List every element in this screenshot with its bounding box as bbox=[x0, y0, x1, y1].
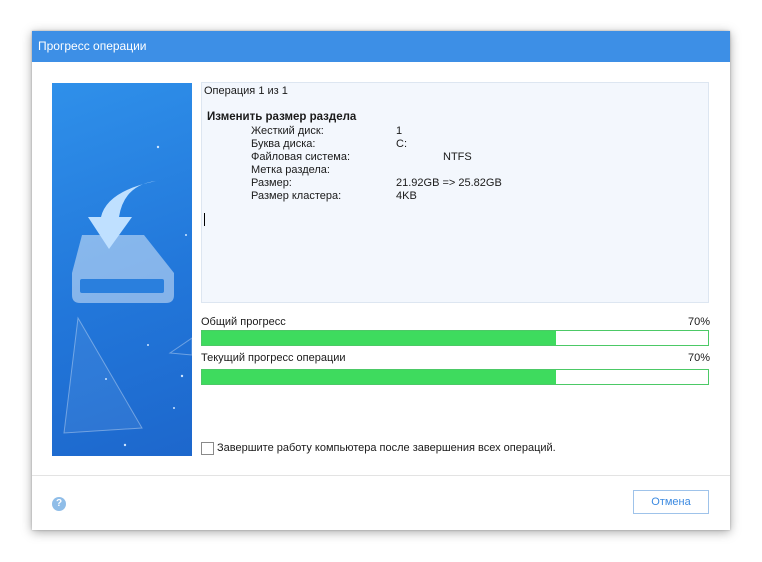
property-value: NTFS bbox=[443, 151, 472, 163]
operation-details: Операция 1 из 1 Изменить размер раздела … bbox=[201, 82, 709, 303]
title-bar[interactable]: Прогресс операции bbox=[32, 31, 730, 62]
text-caret bbox=[204, 213, 205, 226]
property-value: C: bbox=[396, 138, 407, 150]
overall-progress-percent: 70% bbox=[687, 316, 710, 328]
shutdown-checkbox[interactable] bbox=[201, 442, 214, 455]
footer-divider bbox=[32, 475, 730, 476]
shutdown-label[interactable]: Завершите работу компьютера после заверш… bbox=[217, 442, 556, 454]
property-key: Жесткий диск: bbox=[251, 125, 324, 137]
overall-progress-label: Общий прогресс bbox=[201, 316, 286, 328]
property-key: Файловая система: bbox=[251, 151, 351, 163]
property-value: 21.92GB => 25.82GB bbox=[396, 177, 502, 189]
overall-progress-fill bbox=[202, 331, 557, 345]
property-key: Буква диска: bbox=[251, 138, 316, 150]
property-key: Метка раздела: bbox=[251, 164, 330, 176]
current-progress-label: Текущий прогресс операции bbox=[201, 352, 346, 364]
property-value: 1 bbox=[396, 125, 403, 137]
progress-dialog: Прогресс операции Операция 1 из 1 Измени… bbox=[32, 31, 730, 530]
disk-download-illustration bbox=[63, 145, 192, 447]
current-progress-bar bbox=[201, 369, 709, 385]
side-illustration bbox=[52, 83, 192, 456]
operation-title: Изменить размер раздела bbox=[207, 111, 357, 123]
current-progress-percent: 70% bbox=[687, 352, 710, 364]
window-title: Прогресс операции bbox=[38, 39, 147, 53]
property-key: Размер кластера: bbox=[251, 190, 342, 202]
question-mark-icon[interactable]: ? bbox=[52, 497, 66, 511]
property-value: 4KB bbox=[396, 190, 417, 202]
overall-progress-bar bbox=[201, 330, 709, 346]
property-key: Размер: bbox=[251, 177, 292, 189]
cancel-button[interactable]: Отмена bbox=[633, 490, 709, 514]
operation-counter: Операция 1 из 1 bbox=[204, 85, 288, 97]
current-progress-fill bbox=[202, 370, 557, 384]
